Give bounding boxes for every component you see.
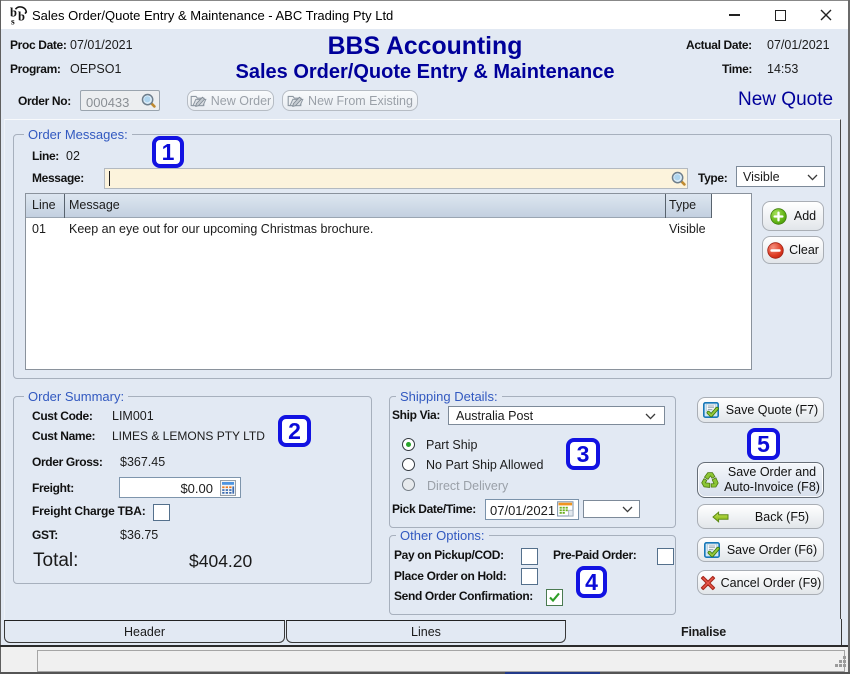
svg-text:b: b [18,10,25,24]
svg-text:s: s [11,18,15,28]
